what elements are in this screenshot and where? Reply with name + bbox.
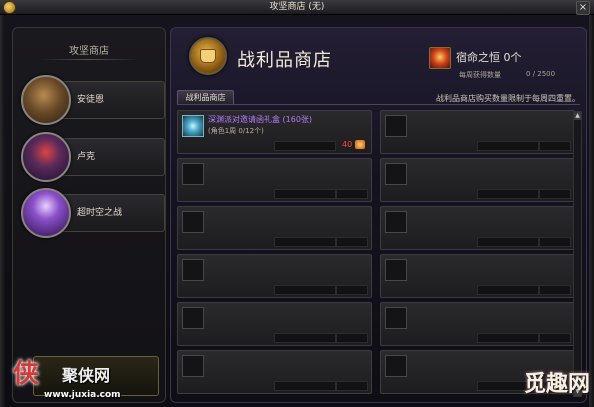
shop-item-slot[interactable] bbox=[380, 206, 575, 250]
item-bar bbox=[274, 237, 336, 247]
shop-panel: 战利品商店 宿命之恒 0个 每周获得数量 0 / 2500 战利品商店 战利品商… bbox=[170, 27, 587, 403]
shop-item-slot[interactable] bbox=[177, 206, 372, 250]
tab-loot-shop[interactable]: 战利品商店 bbox=[177, 90, 234, 104]
item-bar bbox=[539, 141, 571, 151]
shop-item-slot[interactable] bbox=[380, 110, 575, 154]
watermark-juxia: 侠 聚侠网 www.juxia.com bbox=[4, 356, 154, 404]
item-bar bbox=[336, 189, 368, 199]
close-icon[interactable]: × bbox=[576, 1, 590, 15]
npc-label: 卢克 bbox=[77, 152, 96, 162]
window-title: 攻坚商店 (无) bbox=[269, 2, 325, 12]
tab-divider bbox=[177, 104, 580, 105]
shop-item-slot[interactable] bbox=[380, 302, 575, 346]
shop-title: 战利品商店 bbox=[237, 50, 332, 71]
item-bar bbox=[539, 333, 571, 343]
npc-item-anton[interactable]: 安徒恩 bbox=[21, 75, 166, 125]
watermark-logo: 侠 bbox=[12, 359, 39, 389]
shop-item-slot[interactable] bbox=[177, 302, 372, 346]
npc-label: 超时空之战 bbox=[77, 208, 123, 218]
item-name: 深渊派对邀请函礼盒 (160张) bbox=[208, 115, 313, 124]
item-grid: 深渊派对邀请函礼盒 (160张) (角色1周 0/12个) 40 bbox=[177, 110, 577, 398]
scroll-up-icon[interactable]: ▲ bbox=[574, 112, 581, 120]
frame-edge-right bbox=[589, 15, 594, 407]
currency-name: 宿命之恒 0个 bbox=[456, 51, 522, 64]
item-bar bbox=[477, 285, 539, 295]
shop-item-slot[interactable] bbox=[177, 158, 372, 202]
watermark-brand: 聚侠网 bbox=[62, 366, 111, 385]
npc-portrait-icon bbox=[21, 188, 71, 238]
item-icon bbox=[385, 211, 407, 233]
shop-item-slot[interactable] bbox=[177, 350, 372, 394]
price-currency-icon bbox=[355, 140, 365, 149]
npc-item-time-war[interactable]: 超时空之战 bbox=[21, 188, 166, 238]
npc-item-luke[interactable]: 卢克 bbox=[21, 132, 166, 182]
item-icon bbox=[385, 115, 407, 137]
item-bar bbox=[477, 237, 539, 247]
item-bar bbox=[477, 189, 539, 199]
item-bar bbox=[477, 333, 539, 343]
item-bar bbox=[274, 189, 336, 199]
item-bar bbox=[336, 237, 368, 247]
item-icon bbox=[182, 307, 204, 329]
item-bar bbox=[477, 141, 539, 151]
sidebar-divider bbox=[39, 59, 139, 60]
weekly-value: 0 / 2500 bbox=[526, 70, 556, 78]
frame-edge-left bbox=[0, 15, 5, 407]
item-icon bbox=[385, 259, 407, 281]
sidebar: 攻坚商店 安徒恩 卢克 超时空之战 bbox=[12, 27, 166, 403]
shop-item-slot[interactable] bbox=[380, 158, 575, 202]
shop-item-slot[interactable]: 深渊派对邀请函礼盒 (160张) (角色1周 0/12个) 40 bbox=[177, 110, 372, 154]
weekly-label: 每周获得数量 bbox=[459, 71, 501, 79]
item-bar bbox=[539, 237, 571, 247]
shop-item-slot[interactable] bbox=[380, 254, 575, 298]
item-bar bbox=[539, 189, 571, 199]
item-icon bbox=[182, 259, 204, 281]
item-icon bbox=[385, 307, 407, 329]
npc-portrait-icon bbox=[21, 75, 71, 125]
item-bar bbox=[539, 285, 571, 295]
item-icon bbox=[182, 163, 204, 185]
item-icon bbox=[182, 355, 204, 377]
loot-bag-icon bbox=[189, 37, 227, 75]
title-bar: 攻坚商店 (无) × bbox=[0, 0, 594, 15]
currency-icon bbox=[429, 47, 451, 69]
sidebar-title: 攻坚商店 bbox=[69, 46, 109, 57]
item-icon bbox=[182, 211, 204, 233]
item-icon bbox=[385, 163, 407, 185]
watermark-url: www.juxia.com bbox=[44, 390, 121, 400]
watermark-miqu: 觅趣网 bbox=[523, 372, 590, 397]
npc-label: 安徒恩 bbox=[77, 95, 105, 105]
item-bar bbox=[274, 141, 336, 151]
shop-item-slot[interactable] bbox=[177, 254, 372, 298]
npc-portrait-icon bbox=[21, 132, 71, 182]
purchase-limit-note: 战利品商店购买数量限制于每周四重置。 bbox=[436, 94, 580, 103]
item-icon bbox=[385, 355, 407, 377]
item-bar bbox=[336, 381, 368, 391]
item-limit: (角色1周 0/12个) bbox=[208, 127, 264, 135]
item-icon bbox=[182, 115, 204, 137]
item-bar bbox=[274, 333, 336, 343]
item-scrollbar[interactable]: ▲ ▼ bbox=[573, 111, 582, 397]
item-bar bbox=[274, 381, 336, 391]
item-bar bbox=[336, 333, 368, 343]
item-bar bbox=[274, 285, 336, 295]
item-bar bbox=[336, 285, 368, 295]
item-price: 40 bbox=[342, 140, 353, 149]
